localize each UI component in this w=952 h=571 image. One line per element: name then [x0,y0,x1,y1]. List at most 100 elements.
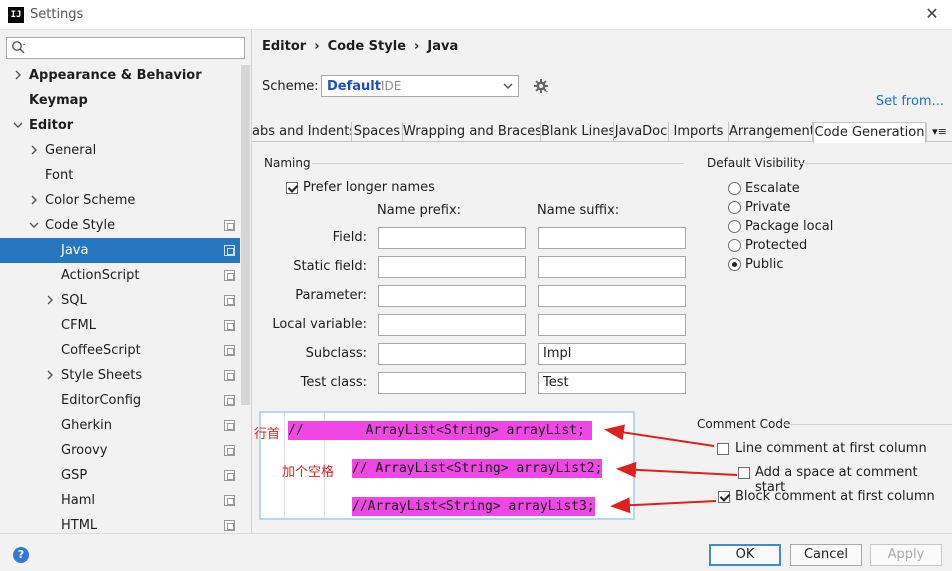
set-from-link[interactable]: Set from... [876,94,944,109]
tree-item-color-scheme[interactable]: Color Scheme [0,188,240,213]
tree-item-label: EditorConfig [61,393,142,408]
visibility-protected-label: Protected [745,238,808,253]
tree-item-general[interactable]: General [0,138,240,163]
parameter-prefix-field[interactable] [378,285,526,307]
breadcrumb-separator: › [314,39,320,54]
tab-overflow-icon[interactable]: ▾≡ [926,123,952,141]
parameter-suffix-field[interactable] [538,285,686,307]
tree-item-appearance-behavior[interactable]: Appearance & Behavior [0,63,240,88]
static-field-prefix-field[interactable] [378,256,526,278]
project-scheme-icon [224,445,235,456]
project-scheme-icon [224,470,235,481]
tree-item-html[interactable]: HTML [0,513,240,533]
tree-item-sql[interactable]: SQL [0,288,240,313]
tab-javadoc[interactable]: JavaDoc [614,122,669,142]
cancel-button[interactable]: Cancel [790,544,862,566]
prefer-longer-names-checkbox[interactable] [286,182,298,194]
tree-item-actionscript[interactable]: ActionScript [0,263,240,288]
chevron-right-icon[interactable] [44,369,56,381]
tree-item-label: Font [45,168,74,183]
visibility-escalate-radio[interactable] [728,182,741,195]
block-comment-at-first-column-checkbox[interactable] [718,491,730,503]
tree-item-coffeescript[interactable]: CoffeeScript [0,338,240,363]
ok-button[interactable]: OK [709,544,781,566]
visibility-package-local-label: Package local [745,219,834,234]
search-input[interactable] [29,40,239,56]
chevron-right-icon[interactable] [12,69,24,81]
search-icon [12,41,25,54]
visibility-protected-radio[interactable] [728,239,741,252]
tree-item-groovy[interactable]: Groovy [0,438,240,463]
gear-icon[interactable] [533,78,549,94]
tab-arrangement[interactable]: Arrangement [729,122,813,142]
test-class-prefix-field[interactable] [378,372,526,394]
tree-item-label: General [45,143,97,158]
tree-item-cfml[interactable]: CFML [0,313,240,338]
tree-item-label: Groovy [61,443,108,458]
scheme-name: Default [327,79,381,94]
tab-bar: ▾≡ abs and Indents Spaces Wrapping and Bra… [252,122,952,143]
project-scheme-icon [224,495,235,506]
local-variable-suffix-field[interactable] [538,314,686,336]
chevron-right-icon[interactable] [28,144,40,156]
tree-item-label: Editor [29,118,74,133]
tab-wrapping-and-braces[interactable]: Wrapping and Braces [403,122,541,142]
naming-row-label: Field: [332,230,367,245]
tree-item-label: ActionScript [61,268,140,283]
comment-code-title: Comment Code [697,417,791,431]
tree-item-style-sheets[interactable]: Style Sheets [0,363,240,388]
local-variable-prefix-field[interactable] [378,314,526,336]
tab-imports[interactable]: Imports [669,122,729,142]
visibility-private-radio[interactable] [728,201,741,214]
tree-item-code-style[interactable]: Code Style [0,213,240,238]
tree-item-editor[interactable]: Editor [0,113,240,138]
project-scheme-icon [224,270,235,281]
naming-row-label: Parameter: [295,288,367,303]
tree-item-editorconfig[interactable]: EditorConfig [0,388,240,413]
preview-line-3: //ArrayList<String> arrayList3; [352,497,595,516]
tab-spaces[interactable]: Spaces [352,122,403,142]
settings-sidebar: Appearance & Behavior Keymap Editor General… [0,30,252,533]
naming-title: Naming [264,156,311,170]
tab-blank-lines[interactable]: Blank Lines [541,122,614,142]
tree-item-font[interactable]: Font [0,163,240,188]
field-suffix-field[interactable] [538,227,686,249]
test-class-suffix-field[interactable]: Test [538,372,686,394]
help-icon[interactable]: ? [13,547,29,563]
line-comment-at-first-column-checkbox[interactable] [717,443,729,455]
sidebar-scrollbar[interactable] [241,65,250,405]
visibility-escalate-label: Escalate [745,181,800,196]
project-scheme-icon [224,520,235,531]
chevron-right-icon[interactable] [28,194,40,206]
breadcrumb-code-style[interactable]: Code Style [328,39,406,54]
tree-item-java[interactable]: Java [0,238,240,263]
subclass-prefix-field[interactable] [378,343,526,365]
annotation-add-space: 加个空格 [282,465,335,480]
tree-item-gsp[interactable]: GSP [0,463,240,488]
subclass-suffix-field[interactable]: Impl [538,343,686,365]
naming-row-label: Subclass: [305,346,367,361]
chevron-down-icon[interactable] [12,119,24,131]
static-field-suffix-field[interactable] [538,256,686,278]
tree-item-label: GSP [61,468,88,483]
naming-row-label: Local variable: [272,317,367,332]
scheme-select[interactable]: Default IDE [321,75,519,97]
tree-item-gherkin[interactable]: Gherkin [0,413,240,438]
close-icon[interactable]: ✕ [922,4,942,24]
chevron-down-icon[interactable] [28,219,40,231]
tab-code-generation[interactable]: Code Generation [813,122,926,143]
tree-item-haml[interactable]: Haml [0,488,240,513]
search-box[interactable] [6,37,245,59]
breadcrumb-editor[interactable]: Editor [262,39,306,54]
tab-abs-and-indents[interactable]: abs and Indents [252,122,352,142]
tree-item-label: CoffeeScript [61,343,141,358]
title-bar: IJ Settings ✕ [0,0,952,30]
apply-button[interactable]: Apply [870,544,942,566]
field-prefix-field[interactable] [378,227,526,249]
project-scheme-icon [224,420,235,431]
chevron-right-icon[interactable] [44,294,56,306]
visibility-package-local-radio[interactable] [728,220,741,233]
add-a-space-at-comment-start-checkbox[interactable] [738,467,750,479]
tree-item-keymap[interactable]: Keymap [0,88,240,113]
visibility-public-radio[interactable] [728,258,741,271]
